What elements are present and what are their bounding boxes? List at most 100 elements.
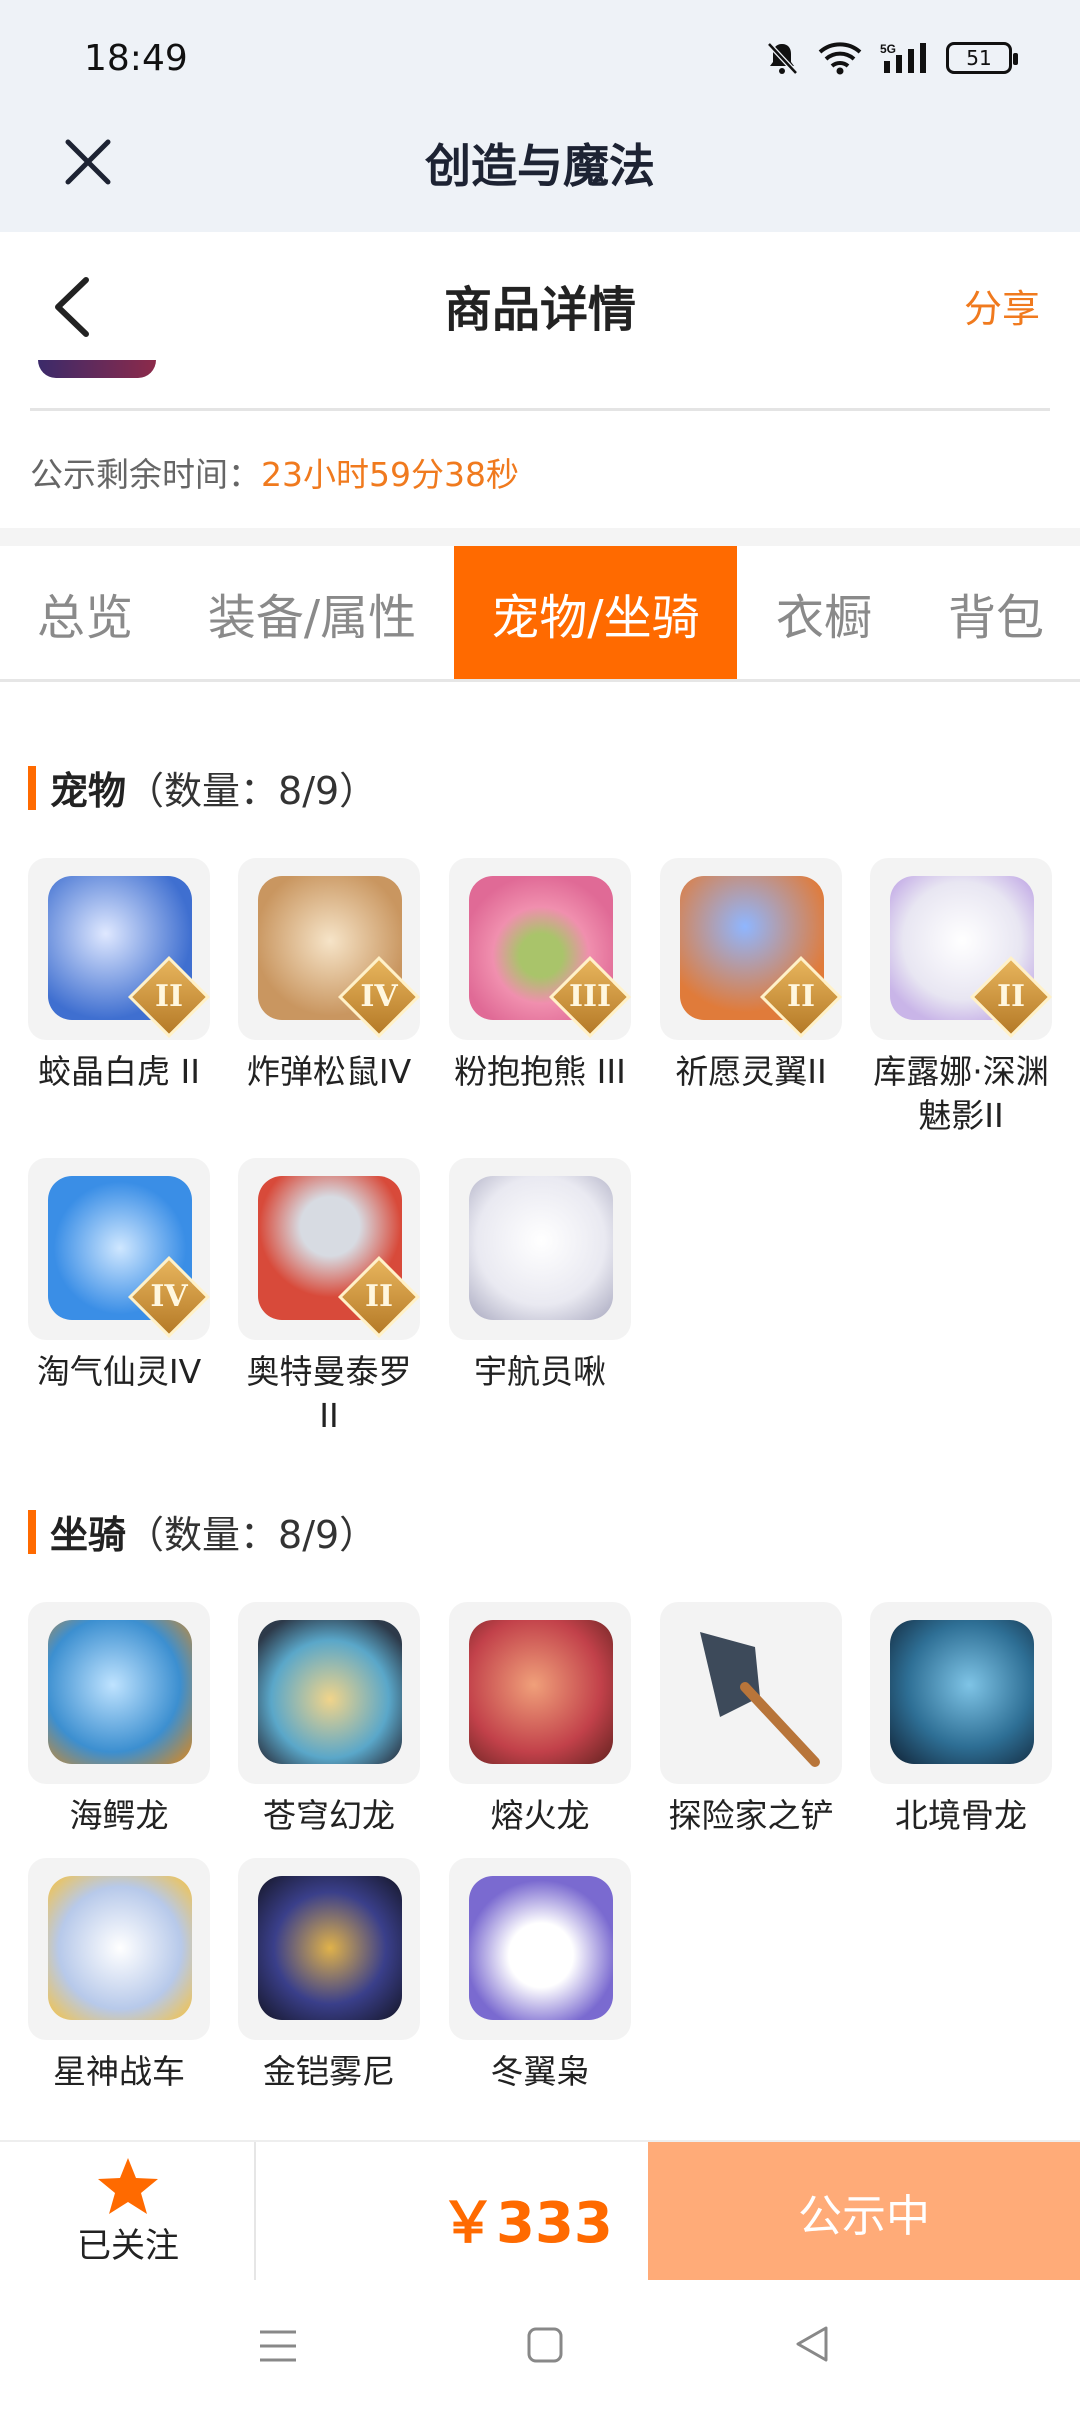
notice-remaining-time: 公示剩余时间：23小时59分38秒 (30, 448, 519, 496)
status-bar: 18:49 5G 51 (0, 0, 1080, 120)
pets-title: 宠物 (50, 769, 127, 813)
mount-item-5[interactable]: 北境骨龙 (870, 1602, 1052, 1838)
rank-label: III (568, 979, 612, 1014)
pet-item-1[interactable]: II 蛟晶白虎 II (28, 858, 210, 1094)
tab-bar: 总览 装备/属性 宠物/坐骑 衣橱 背包 (0, 546, 1080, 682)
pet-name: 淘气仙灵IV (36, 1352, 202, 1391)
mounts-section-title: 坐骑 （数量：8/9） (28, 1504, 377, 1559)
mount-thumbnail (870, 1602, 1052, 1784)
mount-name: 金铠雾尼 (263, 2052, 395, 2091)
rank-label: IV (150, 1279, 188, 1314)
rank-label: II (364, 1279, 394, 1314)
notice-value: 23小时59分38秒 (261, 455, 519, 494)
pet-name: 祈愿灵翼II (675, 1052, 827, 1091)
mount-image (890, 1620, 1034, 1764)
mount-image (48, 1876, 192, 2020)
pet-thumbnail: II (28, 858, 210, 1040)
mount-item-6[interactable]: 星神战车 (28, 1858, 210, 2094)
mount-image (469, 1620, 613, 1764)
app-bar: 创造与魔法 (0, 120, 1080, 232)
section-separator (0, 528, 1080, 546)
mount-image (469, 1876, 613, 2020)
home-icon[interactable] (526, 2326, 564, 2364)
pet-item-4[interactable]: II 祈愿灵翼II (660, 858, 842, 1094)
pet-item-6[interactable]: IV 淘气仙灵IV (28, 1158, 210, 1394)
pets-section-title: 宠物 （数量：8/9） (28, 760, 377, 815)
mounts-title: 坐骑 (50, 1513, 127, 1557)
menu-icon[interactable] (258, 2328, 298, 2364)
tab-overview[interactable]: 总览 (0, 546, 170, 679)
pet-item-2[interactable]: IV 炸弹松鼠IV (238, 858, 420, 1094)
pet-name: 宇航员啾 (474, 1352, 606, 1391)
mount-item-4[interactable]: 探险家之铲 (660, 1602, 842, 1838)
pet-name: 库露娜·深渊魅影II (873, 1052, 1049, 1135)
wifi-icon (818, 42, 862, 75)
rank-label: II (154, 979, 184, 1014)
rank-label: II (786, 979, 816, 1014)
mount-item-7[interactable]: 金铠雾尼 (238, 1858, 420, 2094)
star-icon (98, 2158, 158, 2214)
pets-count: （数量：8/9） (126, 769, 378, 813)
pet-thumbnail (449, 1158, 631, 1340)
app-title: 创造与魔法 (425, 139, 655, 193)
pet-name: 粉抱抱熊 III (454, 1052, 626, 1091)
mount-thumbnail (660, 1602, 842, 1784)
pet-item-5[interactable]: II 库露娜·深渊魅影II (870, 858, 1052, 1138)
mount-thumbnail (238, 1858, 420, 2040)
follow-button[interactable]: 已关注 (0, 2142, 256, 2282)
pet-image (469, 1176, 613, 1320)
avatar (38, 360, 156, 378)
tab-backpack[interactable]: 背包 (912, 546, 1080, 679)
rank-label: IV (360, 979, 398, 1014)
pet-name: 炸弹松鼠IV (246, 1052, 412, 1091)
mount-name: 北境骨龙 (895, 1796, 1027, 1835)
mount-item-1[interactable]: 海鳄龙 (28, 1602, 210, 1838)
pet-name: 奥特曼泰罗II (246, 1352, 412, 1435)
page-title: 商品详情 (443, 282, 636, 338)
mount-image (258, 1876, 402, 2020)
divider (30, 408, 1050, 411)
publicity-status-button[interactable]: 公示中 (648, 2142, 1080, 2282)
tab-pets-mounts[interactable]: 宠物/坐骑 (454, 546, 737, 679)
bottom-action-bar: 已关注 ￥333 公示中 (0, 2140, 1080, 2282)
price: ￥333 (440, 2191, 613, 2256)
pet-thumbnail: IV (28, 1158, 210, 1340)
mount-item-2[interactable]: 苍穹幻龙 (238, 1602, 420, 1838)
mount-thumbnail (28, 1858, 210, 2040)
pet-item-7[interactable]: II 奥特曼泰罗II (238, 1158, 420, 1438)
mount-thumbnail (449, 1858, 631, 2040)
tab-equipment[interactable]: 装备/属性 (180, 546, 444, 679)
mount-name: 星神战车 (53, 2052, 185, 2091)
mount-thumbnail (449, 1602, 631, 1784)
mute-bell-icon (767, 42, 798, 75)
system-nav-bar (0, 2280, 1080, 2412)
status-time: 18:49 (84, 38, 188, 79)
shovel-image (700, 1632, 820, 1767)
mount-item-8[interactable]: 冬翼枭 (449, 1858, 631, 2094)
mount-name: 熔火龙 (490, 1796, 590, 1835)
pet-thumbnail: II (238, 1158, 420, 1340)
pet-item-8[interactable]: 宇航员啾 (449, 1158, 631, 1394)
mount-name: 探险家之铲 (668, 1796, 834, 1835)
pet-thumbnail: II (870, 858, 1052, 1040)
mount-thumbnail (238, 1602, 420, 1784)
tab-wardrobe[interactable]: 衣橱 (745, 546, 903, 679)
mount-name: 苍穹幻龙 (263, 1796, 395, 1835)
pet-thumbnail: IV (238, 858, 420, 1040)
back-icon[interactable] (792, 2324, 832, 2364)
mounts-count: （数量：8/9） (126, 1513, 378, 1557)
pet-item-3[interactable]: III 粉抱抱熊 III (449, 858, 631, 1094)
mount-name: 冬翼枭 (490, 2052, 590, 2091)
mount-thumbnail (28, 1602, 210, 1784)
page-header: 商品详情 分享 (0, 232, 1080, 372)
cellular-signal-icon: 5G (880, 42, 926, 73)
status-icons: 5G 51 (764, 40, 1018, 76)
battery-icon: 51 (946, 42, 1018, 74)
notice-label: 公示剩余时间： (30, 455, 261, 494)
pet-name: 蛟晶白虎 II (38, 1052, 200, 1091)
mount-item-3[interactable]: 熔火龙 (449, 1602, 631, 1838)
mount-image (48, 1620, 192, 1764)
mount-name: 海鳄龙 (69, 1796, 169, 1835)
pet-thumbnail: II (660, 858, 842, 1040)
share-button[interactable]: 分享 (964, 278, 1040, 333)
